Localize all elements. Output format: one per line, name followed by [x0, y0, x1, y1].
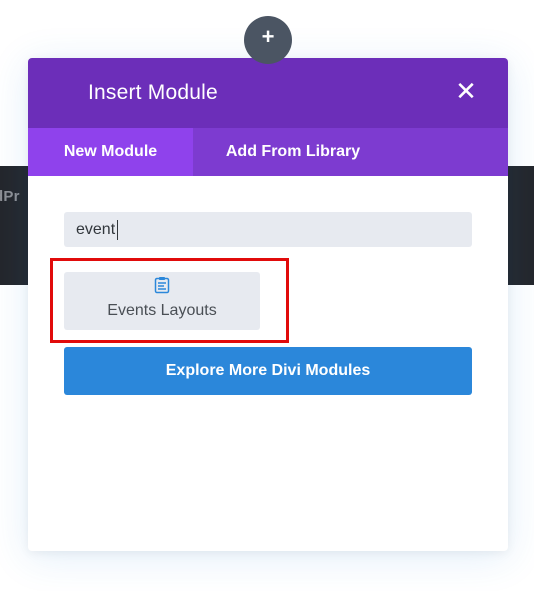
tab-new-module[interactable]: New Module — [28, 128, 193, 176]
modal-tabs: New Module Add From Library — [28, 128, 508, 176]
text-caret — [117, 220, 118, 240]
add-module-button[interactable]: + — [244, 16, 292, 64]
tab-add-from-library[interactable]: Add From Library — [193, 128, 393, 176]
plus-icon: + — [261, 24, 275, 49]
module-search-input[interactable] — [64, 212, 472, 247]
page: dPr Insert Module ✕ New Module Add From … — [0, 0, 534, 591]
modal-header: Insert Module ✕ — [28, 58, 508, 128]
highlight-annotation-box — [50, 258, 289, 343]
close-icon[interactable]: ✕ — [454, 78, 478, 104]
background-partial-text: dPr — [0, 188, 20, 205]
explore-more-modules-button[interactable]: Explore More Divi Modules — [64, 347, 472, 395]
insert-module-modal: Insert Module ✕ New Module Add From Libr… — [28, 58, 508, 551]
modal-title: Insert Module — [88, 81, 218, 104]
